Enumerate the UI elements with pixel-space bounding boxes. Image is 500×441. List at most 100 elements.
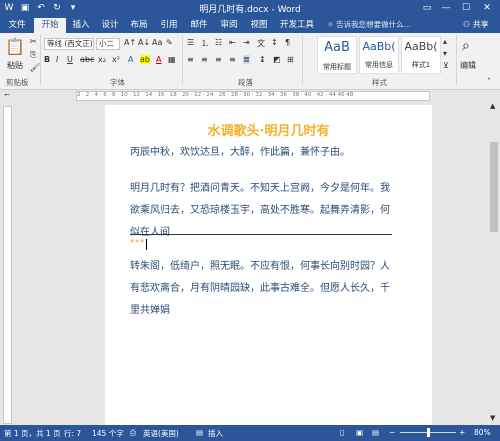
tab-references[interactable]: 引用 xyxy=(156,18,182,33)
underline-button[interactable]: U xyxy=(67,55,73,64)
strikethrough-button[interactable]: abc xyxy=(80,55,94,64)
style-heading[interactable]: AaBb( 常用信息 xyxy=(359,36,399,74)
chinese-layout-icon[interactable]: 文 xyxy=(257,38,265,49)
style-name: 样式1 xyxy=(411,61,431,69)
italic-button[interactable]: I xyxy=(56,55,58,64)
tab-selector-icon[interactable]: ⌐ xyxy=(4,91,10,99)
font-name-dropdown[interactable]: 等线 (西文正) xyxy=(44,38,94,50)
text-effects-icon[interactable]: A xyxy=(128,55,133,64)
show-marks-icon[interactable]: ¶ xyxy=(285,38,290,47)
format-painter-icon[interactable]: 🖌 xyxy=(30,63,40,72)
ruler-ticks: 2 · 2 · 4 · 6 · 8 · 10 · 12 · 14 · 16 · … xyxy=(77,92,354,98)
status-bar: 第 1 页，共 1 页 行: 7 145 个字 ⎙ 英语(美国) ▤ 插入 ▯ … xyxy=(0,425,500,441)
grow-font-icon[interactable]: A↑ xyxy=(124,38,136,47)
vertical-ruler[interactable] xyxy=(3,106,12,424)
decrease-indent-icon[interactable]: ⇤ xyxy=(229,38,236,47)
multilevel-list-icon[interactable]: ☷ xyxy=(215,38,222,47)
scroll-up-icon[interactable]: ▲ xyxy=(490,102,495,110)
borders-icon[interactable]: ⊞ xyxy=(287,55,294,64)
line-number[interactable]: 行: 7 xyxy=(64,428,81,439)
paste-icon[interactable]: 📋 xyxy=(4,37,26,56)
print-layout-icon[interactable]: ▣ xyxy=(356,428,363,437)
document-paragraph-2[interactable]: 转朱阁，低绮户，照无眠。不应有恨，何事长向别时园？人有悲欢离合，月有阴晴园缺，此… xyxy=(130,256,392,322)
horizontal-rule xyxy=(130,234,392,235)
style-title[interactable]: AaBb( 样式1 xyxy=(401,36,441,74)
style-sample-text: AaBb( xyxy=(404,40,438,53)
numbering-icon[interactable]: ⒈ xyxy=(201,38,209,49)
maximize-icon[interactable]: ☐ xyxy=(459,2,473,15)
clear-format-icon[interactable]: ✎ xyxy=(166,38,173,47)
tab-developer[interactable]: 开发工具 xyxy=(276,18,318,33)
collapse-ribbon-icon[interactable]: ˄ xyxy=(487,77,491,86)
tell-me-search[interactable]: ☼ 告诉我您想要做什么... xyxy=(327,19,411,31)
web-layout-icon[interactable]: ▤ xyxy=(372,428,379,437)
tab-view[interactable]: 视图 xyxy=(246,18,272,33)
word-count[interactable]: 145 个字 xyxy=(92,428,124,439)
zoom-level[interactable]: 80% xyxy=(474,428,491,437)
zoom-slider-knob[interactable] xyxy=(427,428,430,437)
shrink-font-icon[interactable]: A↓ xyxy=(138,38,150,47)
zoom-out-button[interactable]: − xyxy=(389,428,395,437)
cut-icon[interactable]: ✂ xyxy=(30,37,37,46)
zoom-in-button[interactable]: + xyxy=(459,428,465,437)
proofing-icon[interactable]: ⎙ xyxy=(130,428,136,438)
styles-scroll-down-icon[interactable]: ▾ xyxy=(443,49,447,58)
font-color-button[interactable]: A xyxy=(156,55,161,64)
distributed-icon[interactable]: ≣ xyxy=(243,55,250,64)
close-icon[interactable]: ✕ xyxy=(480,2,494,15)
paragraph-group-label: 段落 xyxy=(238,78,253,87)
document-line-preface[interactable]: 丙辰中秋，欢饮达旦，大醉，作此篇，兼怀子由。 xyxy=(130,142,392,164)
tab-insert[interactable]: 插入 xyxy=(68,18,94,33)
style-normal[interactable]: AaB 常用标题 xyxy=(317,36,357,74)
person-icon: ⚇ xyxy=(463,20,471,29)
asterisk-marker: *** xyxy=(130,238,145,247)
minimize-icon[interactable]: — xyxy=(439,2,453,15)
read-mode-icon[interactable]: ▯ xyxy=(340,428,344,437)
bullets-icon[interactable]: ☰ xyxy=(187,38,194,47)
styles-more-icon[interactable]: ⊻ xyxy=(443,61,449,70)
find-icon[interactable]: ⌕ xyxy=(462,38,470,54)
tab-layout[interactable]: 布局 xyxy=(126,18,152,33)
shading-icon[interactable]: ◩ xyxy=(273,55,281,64)
change-case-icon[interactable]: Aa xyxy=(152,38,162,47)
horizontal-ruler[interactable]: 2 · 2 · 4 · 6 · 8 · 10 · 12 · 14 · 16 · … xyxy=(76,91,430,101)
tab-file[interactable]: 文件 xyxy=(2,18,32,33)
macro-icon[interactable]: ▤ xyxy=(196,428,203,437)
language[interactable]: 英语(美国) xyxy=(143,428,179,439)
styles-group-label: 样式 xyxy=(372,78,387,87)
insert-mode[interactable]: 插入 xyxy=(208,428,223,439)
document-heading[interactable]: 水调歌头·明月几时有 xyxy=(105,120,432,139)
increase-indent-icon[interactable]: ⇥ xyxy=(243,38,250,47)
align-right-icon[interactable]: ≡ xyxy=(215,55,222,64)
sort-icon[interactable]: ↕ xyxy=(271,38,278,47)
vertical-scrollbar[interactable]: ▲ ▼ xyxy=(488,102,500,425)
tab-review[interactable]: 审阅 xyxy=(216,18,242,33)
page-count[interactable]: 第 1 页，共 1 页 xyxy=(4,428,61,439)
justify-icon[interactable]: ≡ xyxy=(229,55,236,64)
subscript-button[interactable]: x₂ xyxy=(98,55,106,64)
scrollbar-thumb[interactable] xyxy=(490,142,498,232)
font-size-dropdown[interactable]: 小二 xyxy=(96,38,120,50)
clipboard-group-label: 剪贴板 xyxy=(6,78,29,87)
highlight-button[interactable]: ab xyxy=(140,55,150,64)
align-left-icon[interactable]: ≡ xyxy=(187,55,194,64)
line-spacing-icon[interactable]: ↨ xyxy=(259,55,266,64)
superscript-button[interactable]: x² xyxy=(112,55,120,64)
scroll-down-icon[interactable]: ▼ xyxy=(490,414,495,422)
tab-mailings[interactable]: 邮件 xyxy=(186,18,212,33)
styles-scroll-up-icon[interactable]: ▴ xyxy=(443,37,447,46)
share-button[interactable]: ⚇ 共享 xyxy=(463,18,497,32)
ribbon-separator xyxy=(40,35,41,85)
editing-button[interactable]: 编辑 xyxy=(460,60,476,71)
tab-home[interactable]: 开始 xyxy=(34,18,66,33)
copy-icon[interactable]: ⎘ xyxy=(30,50,36,60)
document-page[interactable]: 水调歌头·明月几时有 丙辰中秋，欢饮达旦，大醉，作此篇，兼怀子由。 明月几时有？… xyxy=(105,105,432,425)
align-center-icon[interactable]: ≡ xyxy=(201,55,208,64)
ribbon-display-icon[interactable]: ▭ xyxy=(420,2,434,15)
ribbon-separator xyxy=(456,35,457,85)
tab-design[interactable]: 设计 xyxy=(97,18,123,33)
style-name: 常用信息 xyxy=(365,61,393,69)
bold-button[interactable]: B xyxy=(44,55,50,64)
paste-label[interactable]: 粘贴 xyxy=(2,60,28,71)
char-shading-icon[interactable]: ▦ xyxy=(168,55,176,64)
